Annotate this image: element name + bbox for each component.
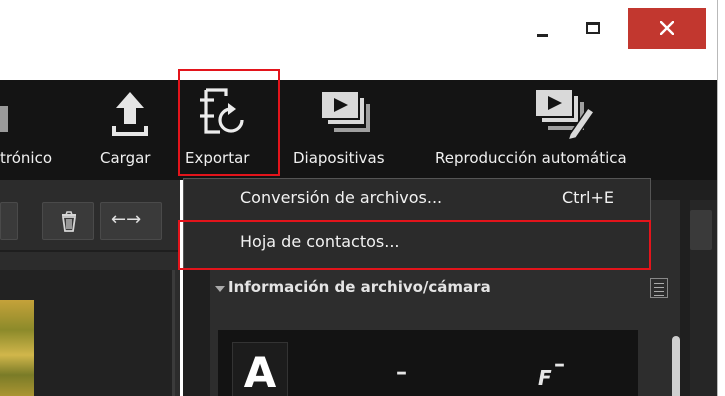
main-toolbar: trónico Cargar Exportar Diapositivas Rep… (0, 80, 717, 180)
photo-thumbnail[interactable] (0, 300, 34, 396)
toolbar-label-export: Exportar (185, 149, 250, 167)
title-bar (0, 0, 717, 80)
toolbar-label-mail: trónico (0, 149, 52, 167)
close-icon (660, 21, 674, 35)
swap-button[interactable]: ←→ (100, 202, 162, 240)
mail-icon (0, 106, 8, 132)
toolbar-item-upload[interactable]: Cargar (96, 80, 176, 180)
menu-item-contact-sheet-label: Hoja de contactos... (240, 232, 400, 251)
collapse-triangle-icon[interactable] (215, 286, 225, 292)
toolbar-item-auto-play[interactable]: Reproducción automática (432, 80, 717, 180)
aperture-value: – (554, 352, 565, 377)
toolbar-item-export[interactable]: Exportar (180, 80, 280, 180)
list-view-icon[interactable] (650, 278, 668, 298)
slideshow-icon (322, 92, 370, 132)
maximize-icon[interactable] (586, 22, 600, 34)
panel-divider (0, 250, 180, 252)
right-edge-button[interactable] (690, 210, 712, 250)
shutter-value: – (396, 360, 407, 385)
browser-panel: ←→ (0, 180, 180, 396)
toolbar-item-mail[interactable]: trónico (0, 80, 95, 180)
toolbar-item-slideshow[interactable]: Diapositivas (290, 80, 430, 180)
close-button[interactable] (628, 8, 706, 49)
camera-info-display: A – F – (218, 330, 638, 396)
toolbar-label-slideshow: Diapositivas (293, 149, 385, 167)
auto-play-icon (536, 90, 596, 140)
upload-icon (112, 92, 148, 136)
minimize-icon[interactable] (537, 34, 548, 37)
delete-button[interactable] (42, 202, 94, 240)
info-panel-scrollbar[interactable] (672, 336, 680, 396)
aperture-label: F (538, 366, 552, 390)
menu-item-file-conversion-shortcut: Ctrl+E (562, 188, 614, 207)
export-icon (200, 88, 244, 134)
info-panel-header: Información de archivo/cámara (228, 278, 491, 296)
menu-item-file-conversion-label: Conversión de archivos... (240, 188, 443, 207)
export-dropdown-menu: Conversión de archivos... Ctrl+E Hoja de… (183, 178, 651, 270)
panel-button-partial[interactable] (0, 202, 18, 240)
swap-arrows-icon: ←→ (111, 209, 142, 230)
toolbar-label-auto-play: Reproducción automática (435, 149, 627, 167)
trash-icon (61, 211, 77, 232)
application-window: trónico Cargar Exportar Diapositivas Rep… (0, 0, 718, 396)
menu-item-contact-sheet[interactable]: Hoja de contactos... (184, 225, 650, 263)
toolbar-label-upload: Cargar (100, 149, 151, 167)
exposure-mode-indicator: A (232, 342, 288, 396)
menu-item-file-conversion[interactable]: Conversión de archivos... Ctrl+E (184, 181, 650, 219)
